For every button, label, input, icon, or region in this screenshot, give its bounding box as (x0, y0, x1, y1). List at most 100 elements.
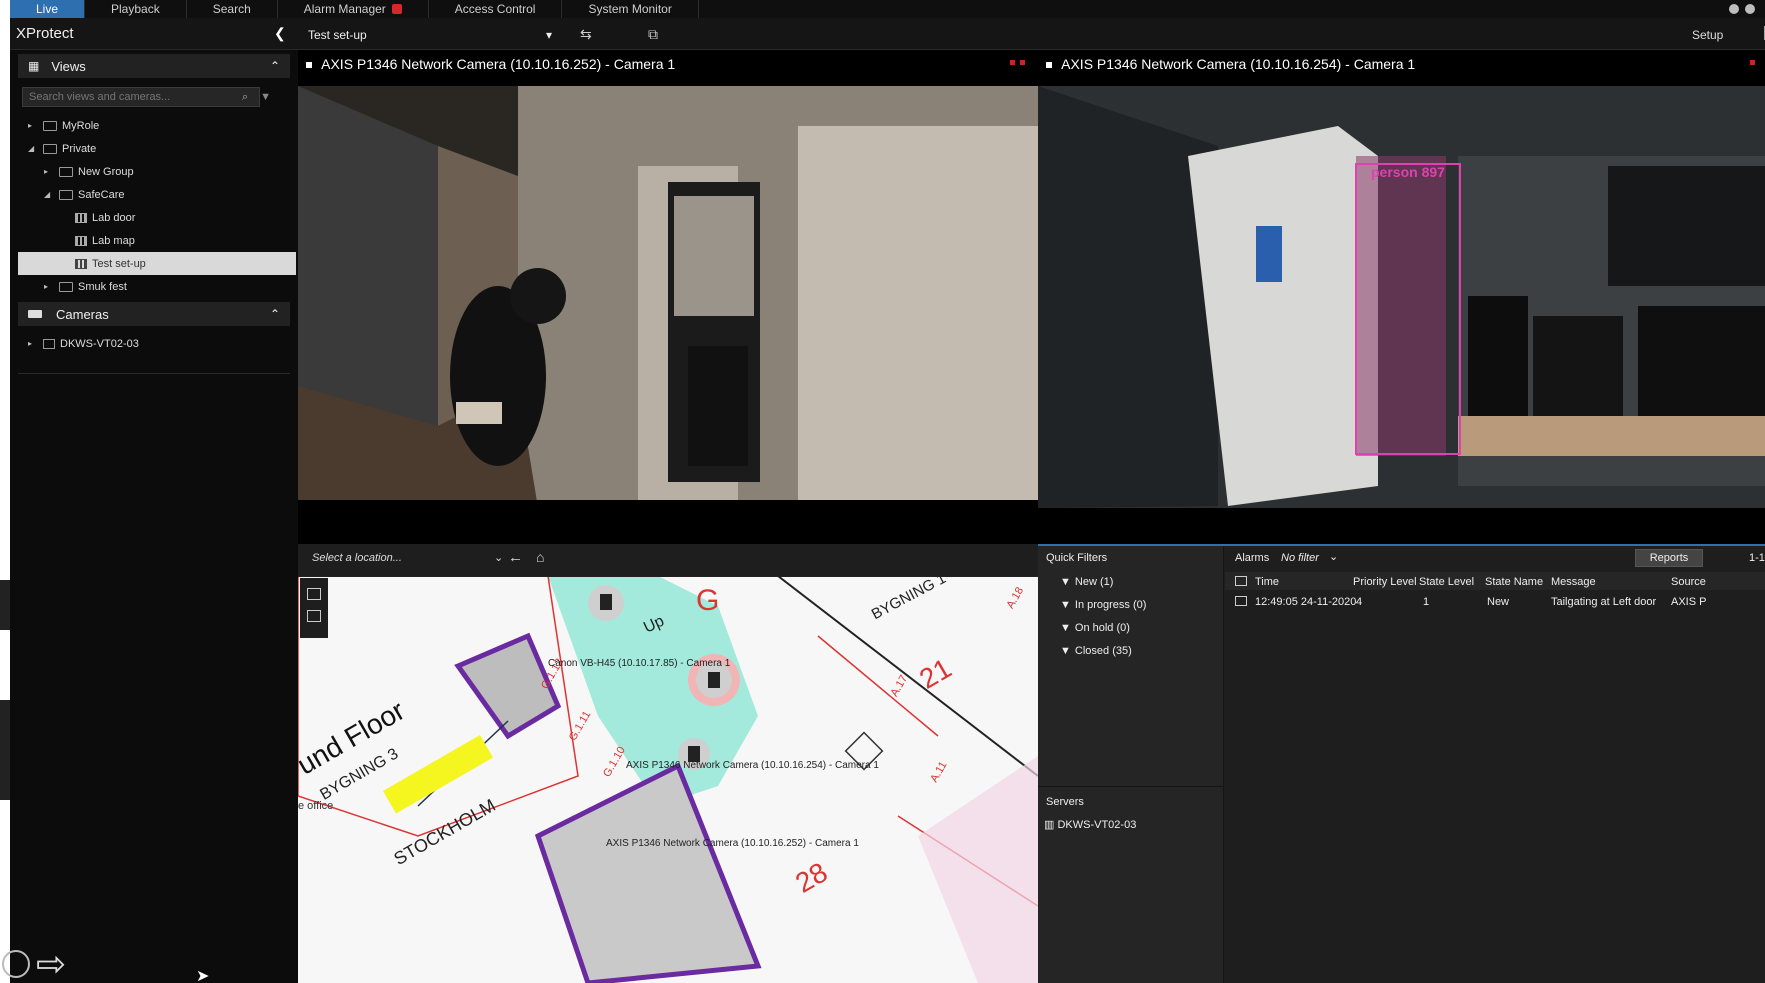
tab-system-monitor[interactable]: System Monitor (562, 0, 699, 18)
location-selector[interactable]: Select a location... (312, 552, 402, 564)
column-header-time[interactable]: Time (1255, 576, 1279, 588)
grid-icon: ▦ (28, 59, 40, 73)
map-label-g: G (696, 584, 720, 617)
map-tools (300, 578, 328, 638)
server-item[interactable]: ▥ DKWS-VT02-03 (1044, 818, 1136, 831)
recording-indicator (1020, 60, 1025, 65)
quick-filter-in-progress[interactable]: ▼ In progress (0) (1060, 599, 1146, 611)
chevron-down-icon[interactable]: ⌄ (494, 551, 503, 564)
folder-icon (43, 143, 57, 154)
tab-alarm-manager[interactable]: Alarm Manager (278, 0, 429, 18)
tree-item-myrole[interactable]: ▸ MyRole (10, 114, 298, 137)
alarm-panel: Quick Filters ▼ New (1) ▼ In progress (0) … (1038, 544, 1765, 983)
tree-item-private[interactable]: ◢ Private (10, 137, 298, 160)
tree-item-label: Lab map (92, 234, 135, 247)
views-tree: ▸ MyRole ◢ Private ▸ New Group ◢ SafeCar… (10, 114, 298, 298)
filter-icon: ▼ (1060, 576, 1071, 588)
chevron-up-icon[interactable]: ⌃ (270, 59, 280, 73)
setup-button[interactable]: Setup (1692, 28, 1723, 42)
column-header-priority[interactable]: Priority Level (1353, 576, 1417, 588)
camera-feed-hallway (298, 86, 1038, 508)
tab-access-control[interactable]: Access Control (429, 0, 563, 18)
map-tile[interactable]: G Up BYGNING 1 21 28 und Floor BYGNING 3… (298, 544, 1038, 983)
detection-label: person 897 (1371, 164, 1445, 180)
camera-flag-icon (306, 62, 312, 69)
alarm-row-icon (1235, 596, 1247, 606)
chevron-up-icon[interactable]: ⌃ (270, 307, 280, 321)
quick-filter-new[interactable]: ▼ New (1) (1060, 576, 1113, 588)
server-icon (43, 338, 55, 349)
view-selector[interactable]: Test set-up ▾ (304, 25, 556, 45)
map-camera-label[interactable]: AXIS P1346 Network Camera (10.10.16.252)… (606, 838, 859, 849)
expand-arrow-icon[interactable]: ▸ (44, 167, 54, 176)
tab-live[interactable]: Live (10, 0, 86, 18)
column-header-message[interactable]: Message (1551, 576, 1596, 588)
layers-icon[interactable] (307, 610, 321, 622)
tab-search[interactable]: Search (187, 0, 278, 18)
camera-title: AXIS P1346 Network Camera (10.10.16.252)… (298, 50, 1038, 78)
camera-flag-icon (1046, 62, 1052, 69)
next-arrow-icon[interactable]: ⇨ (36, 946, 66, 982)
search-box: ⌕ ▼ (22, 86, 290, 108)
filter-icon[interactable]: ▼ (260, 91, 271, 103)
collapse-arrow-icon[interactable]: ◢ (44, 190, 54, 199)
camera-tile-left[interactable]: AXIS P1346 Network Camera (10.10.16.252)… (298, 50, 1038, 544)
tree-item-test-setup[interactable]: Test set-up (18, 252, 296, 275)
reports-button[interactable]: Reports (1635, 549, 1703, 567)
quick-filter-label: On hold (0) (1074, 622, 1130, 634)
map-toolbar: Select a location... ⌄ ← ⌂ (298, 544, 1038, 576)
collapse-sidebar-button[interactable]: ❮ (274, 25, 286, 42)
server-label: DKWS-VT02-03 (1057, 819, 1137, 831)
chevron-down-icon: ▾ (545, 28, 552, 42)
search-input[interactable] (22, 87, 260, 107)
map-camera-label[interactable]: Canon VB-H45 (10.10.17.85) - Camera 1 (548, 658, 730, 669)
divider (18, 373, 290, 374)
home-icon[interactable]: ⌂ (536, 549, 544, 565)
fullscreen-icon[interactable]: ⧉ (648, 26, 658, 43)
quick-filter-label: In progress (0) (1074, 599, 1147, 611)
map-camera-label[interactable]: AXIS P1346 Network Camera (10.10.16.254)… (626, 760, 879, 771)
back-arrow-icon[interactable]: ← (508, 549, 523, 566)
cell-time: 12:49:05 24-11-2020 (1255, 596, 1357, 608)
column-header-source[interactable]: Source (1671, 576, 1706, 588)
tree-item-lab-map[interactable]: Lab map (10, 229, 298, 252)
cameras-tree: ▸ DKWS-VT02-03 (10, 332, 298, 355)
tab-label: System Monitor (588, 2, 672, 16)
tree-item-new-group[interactable]: ▸ New Group (10, 160, 298, 183)
tree-item-server[interactable]: ▸ DKWS-VT02-03 (10, 332, 298, 355)
camera-tile-right[interactable]: AXIS P1346 Network Camera (10.10.16.254)… (1038, 50, 1765, 544)
cameras-panel-header[interactable]: Cameras ⌃ (18, 302, 290, 326)
tab-label: Live (36, 2, 59, 16)
floor-plan[interactable] (298, 576, 1038, 983)
table-row[interactable]: 12:49:05 24-11-2020 4 1 New Tailgating a… (1225, 592, 1765, 610)
column-header-state-name[interactable]: State Name (1485, 576, 1543, 588)
alarms-tab[interactable]: Alarms (1235, 552, 1269, 564)
quick-filter-closed[interactable]: ▼ Closed (35) (1060, 645, 1132, 657)
column-header-state-level[interactable]: State Level (1419, 576, 1474, 588)
tree-item-smuk-fest[interactable]: ▸ Smuk fest (10, 275, 298, 298)
expand-arrow-icon[interactable]: ▸ (28, 121, 38, 130)
select-all-icon[interactable] (1235, 576, 1247, 586)
left-edge-bar (0, 700, 10, 800)
tree-item-lab-door[interactable]: Lab door (10, 206, 298, 229)
status-icon[interactable] (1729, 4, 1739, 14)
select-tool-icon[interactable] (307, 588, 321, 600)
alarm-filter-select[interactable]: No filter (1281, 552, 1319, 564)
quick-filter-on-hold[interactable]: ▼ On hold (0) (1060, 622, 1130, 634)
tree-item-safecare[interactable]: ◢ SafeCare (10, 183, 298, 206)
alarm-list-header: Time Priority Level State Level State Na… (1225, 572, 1765, 590)
collapse-arrow-icon[interactable]: ◢ (28, 144, 38, 153)
settings-icon[interactable] (1745, 4, 1755, 14)
alarm-badge (391, 4, 402, 14)
tree-item-label: Test set-up (92, 257, 146, 270)
expand-arrow-icon[interactable]: ▸ (44, 282, 54, 291)
chevron-down-icon[interactable]: ⌄ (1329, 550, 1338, 563)
views-panel-header[interactable]: ▦ Views ⌃ (18, 54, 290, 78)
cameras-panel-title: Cameras (56, 306, 109, 322)
search-icon[interactable]: ⌕ (242, 91, 248, 104)
expand-arrow-icon[interactable]: ▸ (28, 339, 38, 348)
record-icon[interactable] (2, 950, 30, 978)
swap-view-icon[interactable]: ⇆ (580, 26, 592, 43)
tab-playback[interactable]: Playback (85, 0, 187, 18)
camera-title-text: AXIS P1346 Network Camera (10.10.16.252)… (321, 56, 676, 72)
